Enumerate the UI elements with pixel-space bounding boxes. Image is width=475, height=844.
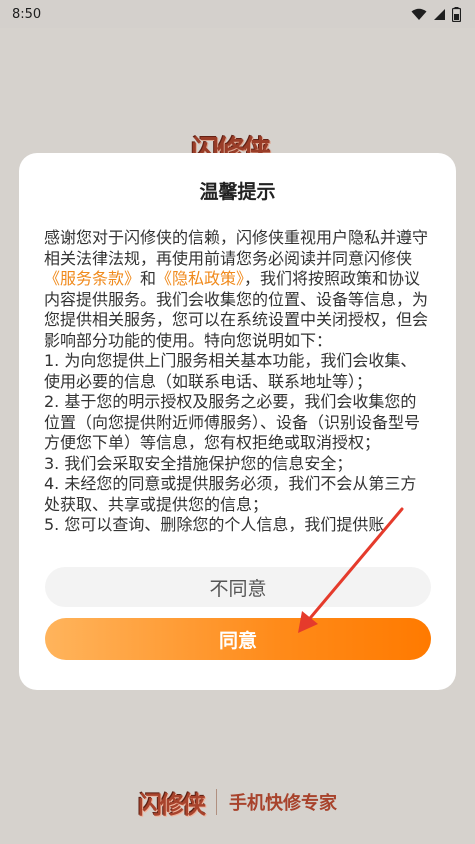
- dialog-title: 温馨提示: [199, 181, 276, 203]
- terms-link[interactable]: 《服务条款》: [44, 269, 140, 288]
- footer-divider: [216, 789, 217, 815]
- signal-icon: [433, 8, 446, 21]
- body-intro-paragraph: 感谢您对于闪修侠的信赖，闪修侠重视用户隐私并遵守相关法律法规，再使用前请您务必阅…: [44, 228, 432, 351]
- footer-logo: 闪修侠: [138, 789, 206, 819]
- red-arrow-annotation: [298, 507, 404, 633]
- footer-slogan: 手机快修专家: [229, 793, 337, 814]
- list-item: 1. 为向您提供上门服务相关基本功能，我们会收集、使用必要的信息（如联系电话、联…: [44, 351, 417, 391]
- body-intro: 感谢您对于闪修侠的信赖，闪修侠重视用户隐私并遵守相关法律法规，再使用前请您务必阅…: [44, 228, 429, 268]
- status-bar: 8:50: [0, 0, 475, 28]
- wifi-icon: [411, 8, 427, 21]
- status-icons: [411, 6, 461, 22]
- battery-icon: [452, 6, 461, 22]
- list-item: 2. 基于您的明示授权及服务之必要，我们会收集您的位置（向您提供附近师傅服务）、…: [44, 392, 421, 452]
- footer-brand: 闪修侠 手机快修专家: [0, 782, 475, 822]
- and-text: 和: [140, 269, 157, 288]
- status-time: 8:50: [12, 6, 42, 22]
- privacy-link[interactable]: 《隐私政策》: [156, 269, 244, 288]
- list-item: 3. 我们会采取安全措施保护您的信息安全；: [44, 453, 353, 473]
